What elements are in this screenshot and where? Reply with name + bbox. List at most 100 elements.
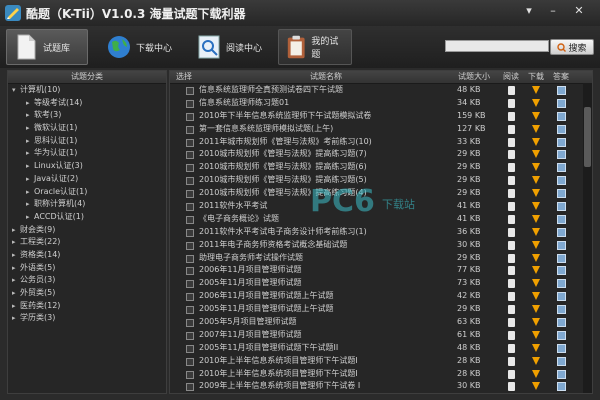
download-arrow-icon[interactable] — [532, 305, 540, 314]
read-document-icon[interactable] — [508, 330, 515, 340]
answer-icon[interactable] — [557, 98, 566, 108]
read-document-icon[interactable] — [508, 189, 515, 199]
download-arrow-icon[interactable] — [532, 292, 540, 301]
download-arrow-icon[interactable] — [532, 150, 540, 159]
read-document-icon[interactable] — [508, 137, 515, 147]
question-row[interactable]: 2005年11月项目管理师试题下午试题II 48 KB — [170, 342, 592, 355]
download-arrow-icon[interactable] — [532, 227, 540, 236]
question-row[interactable]: 2011年电子商务师资格考试概念基础试题 30 KB — [170, 239, 592, 252]
answer-icon[interactable] — [557, 137, 566, 147]
category-item[interactable]: ▸ 工程类(22) — [8, 236, 166, 249]
select-checkbox[interactable] — [186, 138, 194, 147]
question-row[interactable]: 2010年上半年信息系统项目管理师下午试题I 28 KB — [170, 355, 592, 368]
category-item[interactable]: ▸ 医药类(12) — [8, 300, 166, 313]
expand-down-icon[interactable]: ▾ — [12, 84, 20, 97]
search-input[interactable] — [445, 40, 549, 52]
category-item[interactable]: ▸ 公务员(3) — [8, 274, 166, 287]
question-row[interactable]: 第一套信息系统监理师模拟试题(上午) 127 KB — [170, 123, 592, 136]
search-button[interactable]: 搜索 — [550, 39, 594, 55]
download-arrow-icon[interactable] — [532, 98, 540, 107]
select-checkbox[interactable] — [186, 87, 194, 95]
select-checkbox[interactable] — [186, 319, 194, 328]
select-checkbox[interactable] — [186, 177, 194, 186]
answer-icon[interactable] — [557, 214, 566, 224]
category-item[interactable]: ▸ 软考(3) — [8, 109, 166, 122]
question-row[interactable]: 2010城市规划师《管理与法规》提高练习题(4) 29 KB — [170, 187, 592, 200]
expand-right-icon[interactable]: ▸ — [26, 147, 34, 160]
select-checkbox[interactable] — [186, 99, 194, 108]
read-document-icon[interactable] — [508, 202, 515, 212]
download-arrow-icon[interactable] — [532, 189, 540, 198]
question-row[interactable]: 2011软件水平考试电子商务设计师考前练习(1) 36 KB — [170, 226, 592, 239]
expand-right-icon[interactable]: ▸ — [12, 287, 20, 300]
tab-question-bank[interactable]: 试题库 — [6, 29, 88, 65]
read-document-icon[interactable] — [508, 343, 515, 353]
download-arrow-icon[interactable] — [532, 266, 540, 275]
answer-icon[interactable] — [557, 189, 566, 199]
select-checkbox[interactable] — [186, 254, 194, 263]
expand-right-icon[interactable]: ▸ — [26, 97, 34, 110]
answer-icon[interactable] — [557, 292, 566, 302]
select-checkbox[interactable] — [186, 306, 194, 315]
expand-right-icon[interactable]: ▸ — [26, 211, 34, 224]
download-arrow-icon[interactable] — [532, 330, 540, 339]
select-checkbox[interactable] — [186, 151, 194, 160]
scrollbar-thumb[interactable] — [584, 107, 591, 167]
select-checkbox[interactable] — [186, 267, 194, 276]
answer-icon[interactable] — [557, 150, 566, 160]
download-arrow-icon[interactable] — [532, 137, 540, 146]
category-item[interactable]: ▸ 思科认证(1) — [8, 135, 166, 148]
download-arrow-icon[interactable] — [532, 369, 540, 378]
question-row[interactable]: 2010城市规划师《管理与法规》提高练习题(6) 29 KB — [170, 161, 592, 174]
download-arrow-icon[interactable] — [532, 214, 540, 223]
expand-right-icon[interactable]: ▸ — [26, 135, 34, 148]
question-row[interactable]: 信息系统监理师练习题01 34 KB — [170, 97, 592, 110]
download-arrow-icon[interactable] — [532, 318, 540, 327]
select-checkbox[interactable] — [186, 293, 194, 302]
answer-icon[interactable] — [557, 124, 566, 134]
read-document-icon[interactable] — [508, 227, 515, 237]
question-row[interactable]: 助理电子商务师考试操作试题 29 KB — [170, 252, 592, 265]
category-item[interactable]: ▸ 资格类(14) — [8, 249, 166, 262]
read-document-icon[interactable] — [508, 98, 515, 108]
expand-right-icon[interactable]: ▸ — [26, 186, 34, 199]
minimize-button[interactable]: – — [544, 3, 562, 19]
answer-icon[interactable] — [557, 356, 566, 366]
scrollbar[interactable] — [583, 83, 592, 393]
select-checkbox[interactable] — [186, 215, 194, 224]
menu-dropdown-icon[interactable]: ▾ — [520, 3, 538, 19]
answer-icon[interactable] — [557, 86, 566, 95]
read-document-icon[interactable] — [508, 356, 515, 366]
expand-right-icon[interactable]: ▸ — [12, 236, 20, 249]
read-document-icon[interactable] — [508, 279, 515, 289]
read-document-icon[interactable] — [508, 240, 515, 250]
read-document-icon[interactable] — [508, 163, 515, 173]
expand-right-icon[interactable]: ▸ — [26, 173, 34, 186]
download-arrow-icon[interactable] — [532, 382, 540, 391]
answer-icon[interactable] — [557, 240, 566, 250]
select-checkbox[interactable] — [186, 164, 194, 173]
select-checkbox[interactable] — [186, 357, 194, 366]
category-item[interactable]: ▸ 外贸类(5) — [8, 287, 166, 300]
expand-right-icon[interactable]: ▸ — [12, 262, 20, 275]
expand-right-icon[interactable]: ▸ — [12, 224, 20, 237]
read-document-icon[interactable] — [508, 369, 515, 379]
category-item[interactable]: ▾ 计算机(10) — [8, 84, 166, 97]
category-item[interactable]: ▸ Java认证(2) — [8, 173, 166, 186]
answer-icon[interactable] — [557, 253, 566, 263]
select-checkbox[interactable] — [186, 383, 194, 392]
question-row[interactable]: 《电子商务概论》试题 41 KB — [170, 213, 592, 226]
select-checkbox[interactable] — [186, 370, 194, 379]
tab-download-center[interactable]: 下载中心 — [100, 29, 180, 65]
download-arrow-icon[interactable] — [532, 111, 540, 120]
category-item[interactable]: ▸ 学历类(3) — [8, 312, 166, 325]
expand-right-icon[interactable]: ▸ — [12, 300, 20, 313]
expand-right-icon[interactable]: ▸ — [26, 160, 34, 173]
answer-icon[interactable] — [557, 266, 566, 276]
question-row[interactable]: 2007年11月项目管理师试题 61 KB — [170, 329, 592, 342]
question-row[interactable]: 2010年下半年信息系统监理师下午试题模拟试卷 159 KB — [170, 110, 592, 123]
download-arrow-icon[interactable] — [532, 253, 540, 262]
answer-icon[interactable] — [557, 382, 566, 392]
question-row[interactable]: 2011年城市规划师《管理与法规》考前练习(10) 33 KB — [170, 136, 592, 149]
download-arrow-icon[interactable] — [532, 343, 540, 352]
